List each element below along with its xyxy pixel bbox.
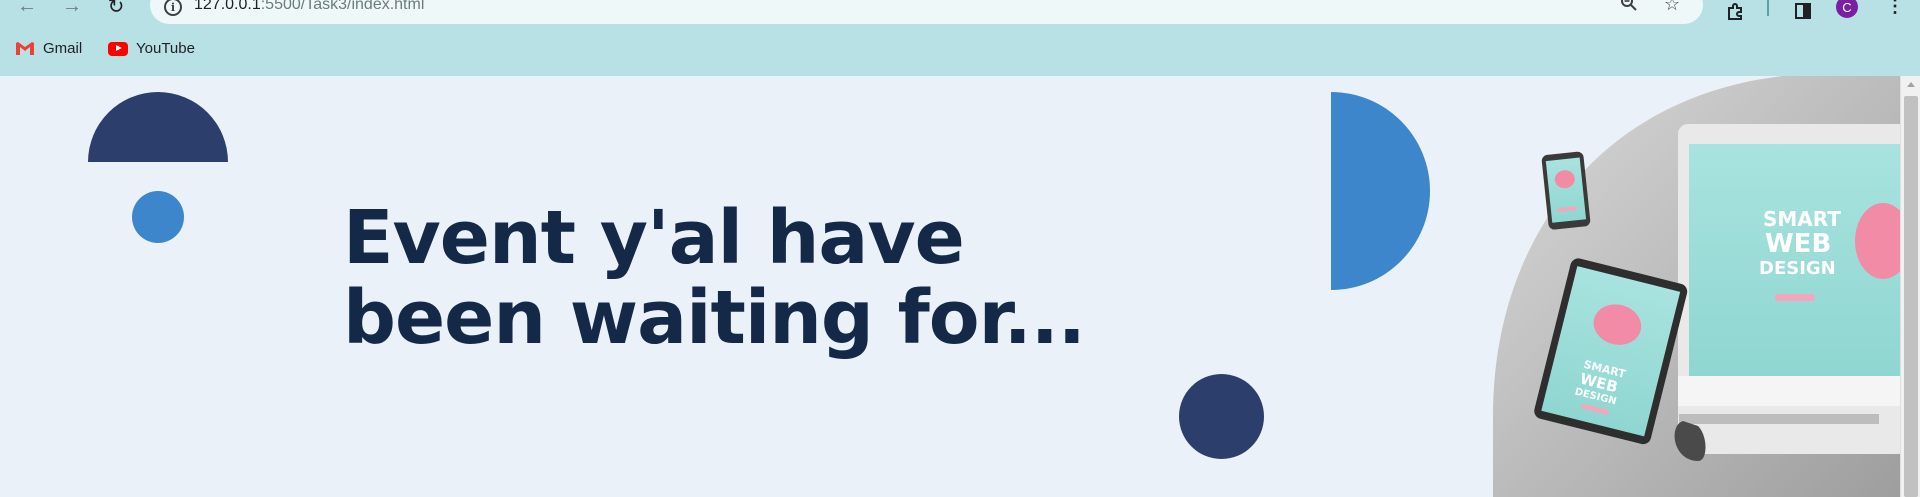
image-text-design: DESIGN [1759,258,1836,279]
image-text-web: WEB [1765,229,1831,259]
decorative-half-circle-navy [88,92,228,162]
profile-avatar[interactable]: C [1836,0,1858,18]
forward-button[interactable]: → [57,0,87,18]
url-path: :5500/Task3/index.html [260,0,425,13]
headline-line-1: Event y'al have [343,195,965,281]
reload-icon: ↻ [107,0,125,18]
side-panel-icon[interactable] [1790,0,1816,22]
address-bar[interactable]: i 127.0.0.1:5500/Task3/index.html ☆ [150,0,1703,24]
bookmark-label: YouTube [136,40,195,57]
gmail-icon [15,41,35,56]
bookmark-star-icon[interactable]: ☆ [1664,0,1680,15]
decorative-circle-navy [1179,374,1264,459]
scroll-up-arrow-icon[interactable] [1907,82,1915,87]
more-menu-icon[interactable]: ⋮ [1886,0,1904,17]
headline-line-2: been waiting for... [343,275,1086,361]
hero-devices-image: SMART WEB DESIGN SMART WEB DESIGN [1493,76,1900,497]
bookmarks-bar: Gmail YouTube [0,36,1920,66]
zoom-icon[interactable] [1620,0,1638,17]
arrow-right-icon: → [62,0,82,17]
decorative-half-circle-blue [1331,92,1430,290]
back-button[interactable]: ← [12,0,42,18]
bookmark-label: Gmail [43,40,83,57]
vertical-scrollbar[interactable] [1900,76,1920,497]
browser-chrome: ← → ↻ i 127.0.0.1:5500/Task3/index.html … [0,0,1920,76]
toolbar-divider [1767,0,1769,16]
extensions-icon[interactable] [1722,0,1748,22]
reload-button[interactable]: ↻ [101,0,131,18]
site-info-icon[interactable]: i [164,0,182,16]
bookmark-youtube[interactable]: YouTube [108,40,195,57]
bookmark-gmail[interactable]: Gmail [15,40,82,57]
decorative-circle-blue [132,191,184,243]
youtube-icon [108,41,128,56]
page-content: Event y'al have been waiting for... SMAR… [0,76,1900,497]
browser-toolbar: ← → ↻ i 127.0.0.1:5500/Task3/index.html … [0,0,1920,30]
scrollbar-thumb[interactable] [1904,96,1918,497]
url-host: 127.0.0.1 [194,0,261,13]
avatar-letter: C [1842,0,1852,15]
image-text-smart: SMART [1763,207,1841,231]
hero-headline: Event y'al have been waiting for... [343,198,1163,358]
arrow-left-icon: ← [17,0,37,17]
url-text[interactable]: 127.0.0.1:5500/Task3/index.html [194,0,424,14]
